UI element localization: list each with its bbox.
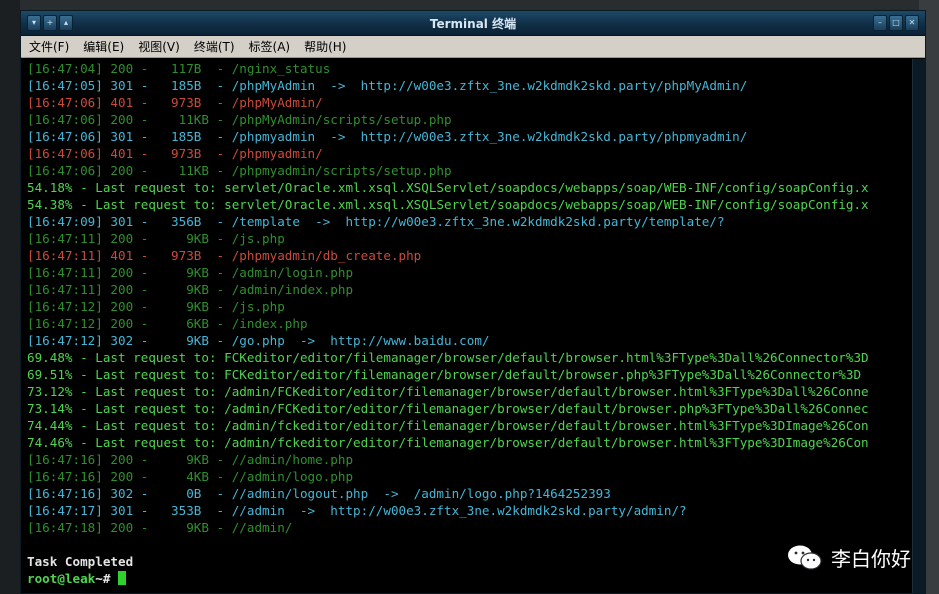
terminal-line: [16:47:11] 200 - 9KB - /js.php [27,231,285,246]
prompt-user: root@leak [27,571,96,586]
terminal-line: [16:47:18] 200 - 9KB - //admin/ [27,520,293,535]
terminal-line: [16:47:17] 301 - 353B - //admin -> http:… [27,503,687,518]
shell-prompt-line[interactable]: root@leak~# [27,570,913,587]
title-bar-right-buttons: – □ ✕ [873,15,919,31]
minimize-icon[interactable]: – [873,15,887,31]
terminal-line: [16:47:06] 301 - 185B - /phpmyadmin -> h… [27,129,748,144]
terminal-line: 73.12% - Last request to: /admin/FCKedit… [27,384,869,399]
terminal-line: [16:47:06] 401 - 973B - /phpMyAdmin/ [27,95,323,110]
close-icon[interactable]: ✕ [905,15,919,31]
terminal-output[interactable]: [16:47:04] 200 - 117B - /nginx_status [16… [21,59,913,593]
terminal-scrollbar[interactable] [912,59,925,593]
maximize-icon[interactable]: □ [889,15,903,31]
terminal-line: [16:47:16] 302 - 0B - //admin/logout.php… [27,486,611,501]
text-cursor [118,571,126,585]
terminal-line: [16:47:09] 301 - 356B - /template -> htt… [27,214,725,229]
terminal-line: [16:47:06] 401 - 973B - /phpmyadmin/ [27,146,323,161]
terminal-lines: [16:47:04] 200 - 117B - /nginx_status [16… [27,60,913,570]
watermark-text: 李白你好 [831,547,911,571]
terminal-line: [16:47:04] 200 - 117B - /nginx_status [27,61,331,76]
terminal-line: [16:47:05] 301 - 185B - /phpMyAdmin -> h… [27,78,748,93]
title-bar[interactable]: ▾ + ▴ Terminal 终端 – □ ✕ [21,11,925,36]
menu-bar: 文件(F) 编辑(E) 视图(V) 终端(T) 标签(A) 帮助(H) [21,36,925,58]
terminal-line: [16:47:11] 200 - 9KB - /admin/login.php [27,265,354,280]
terminal-line: [16:47:16] 200 - 9KB - //admin/home.php [27,452,354,467]
terminal-window: ▾ + ▴ Terminal 终端 – □ ✕ 文件(F) 编辑(E) 视图(V… [20,10,926,594]
terminal-line: 74.44% - Last request to: /admin/fckedit… [27,418,869,433]
terminal-line: [16:47:11] 200 - 9KB - /admin/index.php [27,282,354,297]
menu-edit[interactable]: 编辑(E) [83,38,124,55]
terminal-line: Task Completed [27,554,134,569]
menu-tabs[interactable]: 标签(A) [249,38,291,55]
terminal-line: [16:47:12] 200 - 9KB - /js.php [27,299,285,314]
menu-help[interactable]: 帮助(H) [304,38,346,55]
terminal-line: 54.18% - Last request to: servlet/Oracle… [27,180,869,195]
terminal-line: 69.51% - Last request to: FCKeditor/edit… [27,367,862,382]
wechat-icon [788,545,822,570]
terminal-line: [16:47:12] 200 - 6KB - /index.php [27,316,308,331]
terminal-line: [16:47:16] 200 - 4KB - //admin/logo.php [27,469,354,484]
menu-view[interactable]: 视图(V) [138,38,180,55]
terminal-line: 73.14% - Last request to: /admin/FCKedit… [27,401,869,416]
menu-file[interactable]: 文件(F) [29,38,69,55]
terminal-line: [16:47:06] 200 - 11KB - /phpMyAdmin/scri… [27,112,452,127]
terminal-line: 54.38% - Last request to: servlet/Oracle… [27,197,869,212]
prompt-suffix: ~# [95,571,118,586]
terminal-line: [16:47:06] 200 - 11KB - /phpmyadmin/scri… [27,163,452,178]
watermark: 李白你好 [787,543,911,572]
terminal-line: 74.46% - Last request to: /admin/fckedit… [27,435,869,450]
terminal-line: [16:47:12] 302 - 9KB - /go.php -> http:/… [27,333,490,348]
desktop-background-left [0,0,20,594]
window-title: Terminal 终端 [429,17,517,31]
menu-terminal[interactable]: 终端(T) [194,38,235,55]
terminal-line: [16:47:11] 401 - 973B - /phpmyadmin/db_c… [27,248,422,263]
terminal-line: 69.48% - Last request to: FCKeditor/edit… [27,350,869,365]
